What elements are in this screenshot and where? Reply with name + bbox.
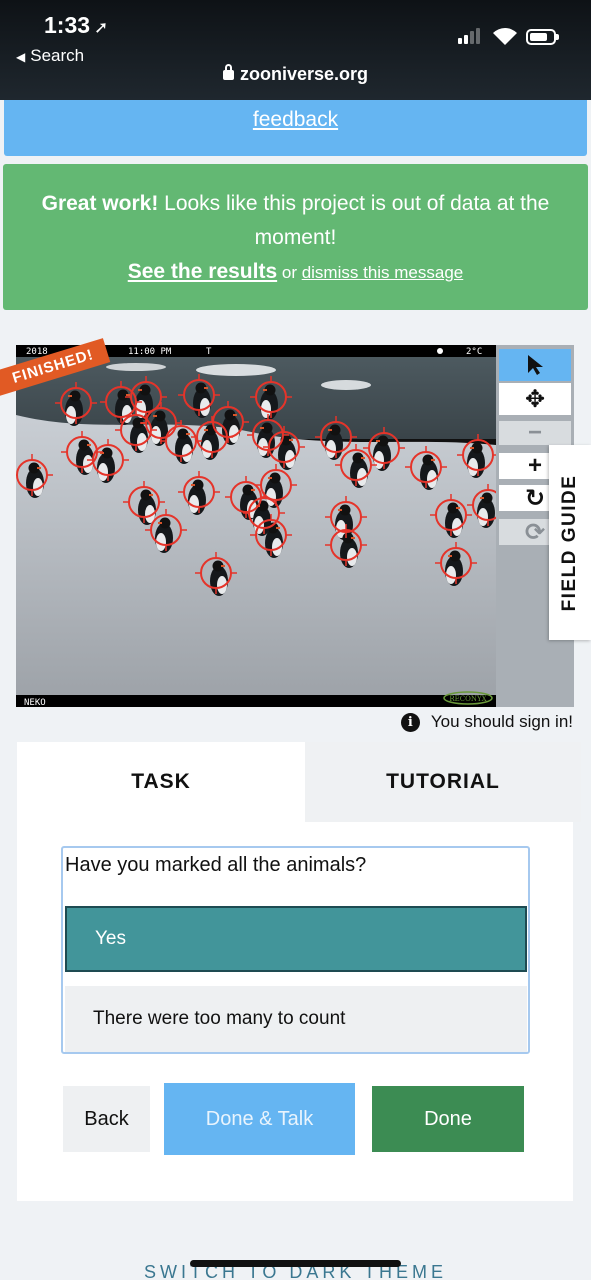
camera-brand-text: RECONYX bbox=[449, 695, 486, 703]
back-to-search-link[interactable]: ◀ Search bbox=[16, 46, 84, 66]
back-triangle-icon: ◀ bbox=[16, 50, 26, 64]
field-guide-tab[interactable]: FIELD GUIDE bbox=[549, 445, 591, 640]
see-results-link[interactable]: See the results bbox=[128, 260, 277, 283]
move-tool-button[interactable]: ✥ bbox=[499, 383, 571, 415]
camera-t-text: T bbox=[206, 347, 212, 357]
pointer-icon bbox=[528, 355, 543, 375]
zoom-out-button[interactable]: − bbox=[499, 419, 571, 446]
camera-temp-text: 2°C bbox=[466, 347, 482, 357]
browser-status-bar: 1:33 ➚ ◀ Search zooniverse.org bbox=[0, 0, 591, 100]
done-and-talk-button[interactable]: Done & Talk bbox=[164, 1083, 355, 1155]
tab-task[interactable]: TASK bbox=[17, 742, 305, 822]
camera-time-text: 11:00 PM bbox=[128, 347, 172, 357]
minus-icon: − bbox=[527, 419, 542, 446]
move-icon: ✥ bbox=[524, 385, 546, 413]
lock-icon bbox=[222, 64, 234, 80]
pointer-tool-button[interactable] bbox=[499, 349, 571, 381]
reset-icon: ⟳ bbox=[524, 518, 546, 546]
camera-location-text: NEKO bbox=[24, 698, 46, 707]
rotate-icon: ↻ bbox=[524, 484, 546, 512]
sign-in-notice: i You should sign in! bbox=[400, 712, 573, 732]
battery-icon bbox=[526, 29, 559, 45]
back-button[interactable]: Back bbox=[63, 1086, 150, 1152]
answer-yes-button[interactable]: Yes bbox=[65, 906, 527, 972]
tab-tutorial[interactable]: TUTORIAL bbox=[305, 742, 581, 822]
out-of-data-banner: Great work! Looks like this project is o… bbox=[3, 164, 588, 310]
feedback-banner: feedback bbox=[4, 100, 587, 156]
clock: 1:33 ➚ bbox=[44, 12, 109, 38]
task-question: Have you marked all the animals? bbox=[65, 854, 367, 876]
classifier-panel: TASK TUTORIAL Have you marked all the an… bbox=[17, 742, 581, 1201]
wifi-icon bbox=[493, 28, 517, 45]
subject-image[interactable]: 2018 11:00 PM T 2°C NEKO RECONYX bbox=[16, 345, 496, 707]
location-arrow-icon: ➚ bbox=[94, 18, 109, 37]
done-button[interactable]: Done bbox=[372, 1086, 524, 1152]
answer-too-many-button[interactable]: There were too many to count bbox=[65, 986, 527, 1052]
home-indicator bbox=[190, 1260, 401, 1267]
info-icon: i bbox=[400, 712, 420, 732]
address-bar[interactable]: zooniverse.org bbox=[0, 64, 591, 85]
moon-phase-icon bbox=[437, 348, 443, 354]
penguin-photo: 2018 11:00 PM T 2°C NEKO RECONYX bbox=[16, 345, 496, 707]
out-of-data-message: Great work! Looks like this project is o… bbox=[41, 192, 550, 249]
dismiss-message-link[interactable]: dismiss this message bbox=[302, 263, 464, 282]
feedback-link[interactable]: feedback bbox=[253, 108, 338, 132]
task-question-box: Have you marked all the animals? Yes The… bbox=[61, 846, 530, 1054]
plus-icon: + bbox=[527, 452, 542, 479]
